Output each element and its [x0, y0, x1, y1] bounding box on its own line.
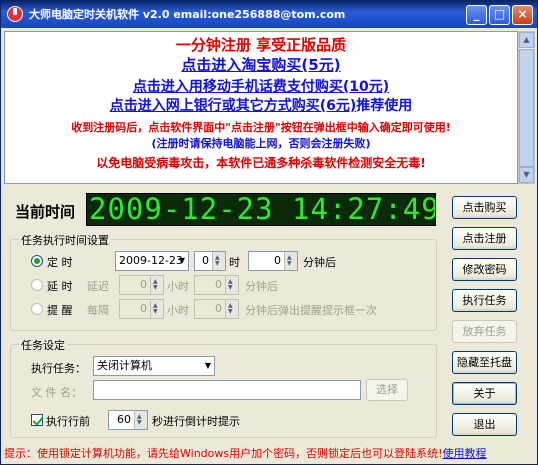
scroll-down-icon[interactable]: ▼: [519, 167, 534, 183]
radio-delay[interactable]: [31, 279, 43, 291]
delay-prefix: 延迟: [87, 280, 109, 293]
clock-display: 2009-12-23 14:27:49: [86, 193, 436, 226]
spin-arrows-icon[interactable]: [150, 297, 163, 321]
execute-task-button[interactable]: 执行任务: [452, 289, 517, 312]
timed-minute-value: 0: [274, 254, 281, 267]
spin-arrows-icon[interactable]: [150, 273, 163, 297]
file-name-input[interactable]: [93, 380, 361, 400]
task-group-label: 任务设定: [19, 337, 67, 353]
timed-hour-spinner[interactable]: 0: [194, 249, 226, 273]
timed-minute-spinner[interactable]: 0: [248, 249, 298, 273]
file-name-label: 文 件 名：: [31, 386, 82, 399]
schedule-group-label: 任务执行时间设置: [19, 232, 111, 248]
remind-minute-unit: 分钟后弹出提醒提示框一次: [245, 304, 377, 317]
change-password-button[interactable]: 修改密码: [452, 258, 517, 281]
status-tip: 提示：使用锁定计算机功能，请先给Windows用户加个密码，否则锁定后也可以登陆…: [4, 447, 443, 460]
date-value: 2009-12-23: [119, 254, 183, 267]
spin-arrows-icon[interactable]: [284, 249, 297, 273]
mobile-pay-link[interactable]: 点击进入用移动手机话费支付购买(10元): [5, 76, 517, 95]
register-note: (注册时请保持电脑能上网，否则会注册失败): [151, 137, 371, 150]
countdown-spinner[interactable]: 60: [108, 408, 148, 432]
task-select-value: 关闭计算机: [97, 359, 152, 372]
abandon-task-button[interactable]: 放弃任务: [452, 320, 517, 343]
delay-hour-unit: 小时: [167, 280, 189, 293]
countdown-check-label: 执行行前: [46, 415, 90, 428]
register-button[interactable]: 点击注册: [452, 227, 517, 250]
spin-arrows-icon[interactable]: [212, 249, 225, 273]
exec-task-label: 执行任务：: [31, 362, 86, 375]
task-group: 任务设定 执行任务： 关闭计算机 ▼ 文 件 名： 选择 执行行前 60 秒进行倒…: [10, 337, 437, 438]
radio-remind[interactable]: [31, 303, 43, 315]
title-bar[interactable]: 大师电脑定时关机软件 v2.0 email:one256888@tom.com …: [1, 1, 537, 28]
delay-hour-value: 0: [140, 278, 147, 291]
task-select[interactable]: 关闭计算机 ▼: [93, 356, 215, 376]
scroll-thumb[interactable]: [519, 49, 534, 167]
tutorial-link[interactable]: 使用教程: [443, 447, 487, 460]
register-instructions: 收到注册码后，点击软件界面中"点击注册"按钮在弹出框中输入确定即可使用!: [71, 121, 451, 134]
bank-pay-link[interactable]: 点击进入网上银行或其它方式购买(6元): [110, 98, 357, 114]
radio-timed[interactable]: [31, 255, 43, 267]
recommend-text: 推荐使用: [356, 98, 413, 114]
close-button[interactable]: ×: [512, 5, 533, 25]
delay-minute-unit: 分钟后: [245, 280, 278, 293]
bank-pay-row: 点击进入网上银行或其它方式购买(6元)推荐使用: [5, 95, 517, 114]
spin-arrows-icon[interactable]: [134, 408, 147, 432]
safety-notice: 以免电脑受病毒攻击，本软件已通多种杀毒软件检测安全无毒!: [96, 156, 426, 170]
delay-hour-spinner[interactable]: 0: [119, 273, 164, 297]
spin-arrows-icon[interactable]: [225, 297, 238, 321]
current-time-label: 当前时间: [15, 203, 76, 221]
browse-button[interactable]: 选择: [366, 379, 408, 401]
remind-label: 提 醒: [47, 304, 73, 317]
banner-headline: 一分钟注册 享受正版品质: [175, 36, 347, 54]
timed-minute-unit: 分钟后: [303, 256, 336, 269]
window-title: 大师电脑定时关机软件 v2.0 email:one256888@tom.com: [29, 8, 346, 21]
remind-minute-spinner[interactable]: 0: [194, 297, 239, 321]
about-button[interactable]: 关于: [452, 382, 517, 405]
taobao-buy-link[interactable]: 点击进入淘宝购买(5元): [5, 54, 517, 74]
banner-scrollbar[interactable]: ▲ ▼: [518, 31, 535, 184]
status-bar: 提示：使用锁定计算机功能，请先给Windows用户加个密码，否则锁定后也可以登陆…: [4, 444, 534, 463]
chevron-down-icon: ▼: [178, 256, 185, 265]
minimize-button[interactable]: _: [466, 5, 487, 25]
remind-prefix: 每隔: [87, 304, 109, 317]
chevron-down-icon: ▼: [204, 361, 211, 370]
power-icon: [7, 6, 23, 22]
countdown-suffix: 秒进行倒计时提示: [152, 415, 240, 428]
buy-button[interactable]: 点击购买: [452, 196, 517, 219]
timed-hour-value: 0: [202, 254, 209, 267]
maximize-button[interactable]: □: [489, 5, 510, 25]
date-picker[interactable]: 2009-12-23 ▼: [115, 251, 189, 271]
hide-to-tray-button[interactable]: 隐藏至托盘: [452, 351, 517, 374]
timed-hour-unit: 时: [229, 256, 240, 269]
countdown-value: 60: [117, 413, 131, 426]
delay-minute-value: 0: [215, 278, 222, 291]
remind-hour-value: 0: [140, 302, 147, 315]
main-window: 大师电脑定时关机软件 v2.0 email:one256888@tom.com …: [0, 0, 538, 465]
scroll-up-icon[interactable]: ▲: [519, 32, 534, 48]
exit-button[interactable]: 退出: [452, 413, 517, 436]
delay-minute-spinner[interactable]: 0: [194, 273, 239, 297]
schedule-group: 任务执行时间设置 定 时 2009-12-23▼ 0 时 0 分钟后 延 时 延…: [10, 232, 437, 331]
remind-minute-value: 0: [215, 302, 222, 315]
delay-label: 延 时: [47, 280, 73, 293]
spin-arrows-icon[interactable]: [225, 273, 238, 297]
timed-label: 定 时: [47, 256, 73, 269]
promo-banner: 一分钟注册 享受正版品质 点击进入淘宝购买(5元) 点击进入用移动手机话费支付购…: [4, 31, 518, 184]
countdown-checkbox[interactable]: [31, 414, 43, 426]
remind-hour-unit: 小时: [167, 304, 189, 317]
remind-hour-spinner[interactable]: 0: [119, 297, 164, 321]
